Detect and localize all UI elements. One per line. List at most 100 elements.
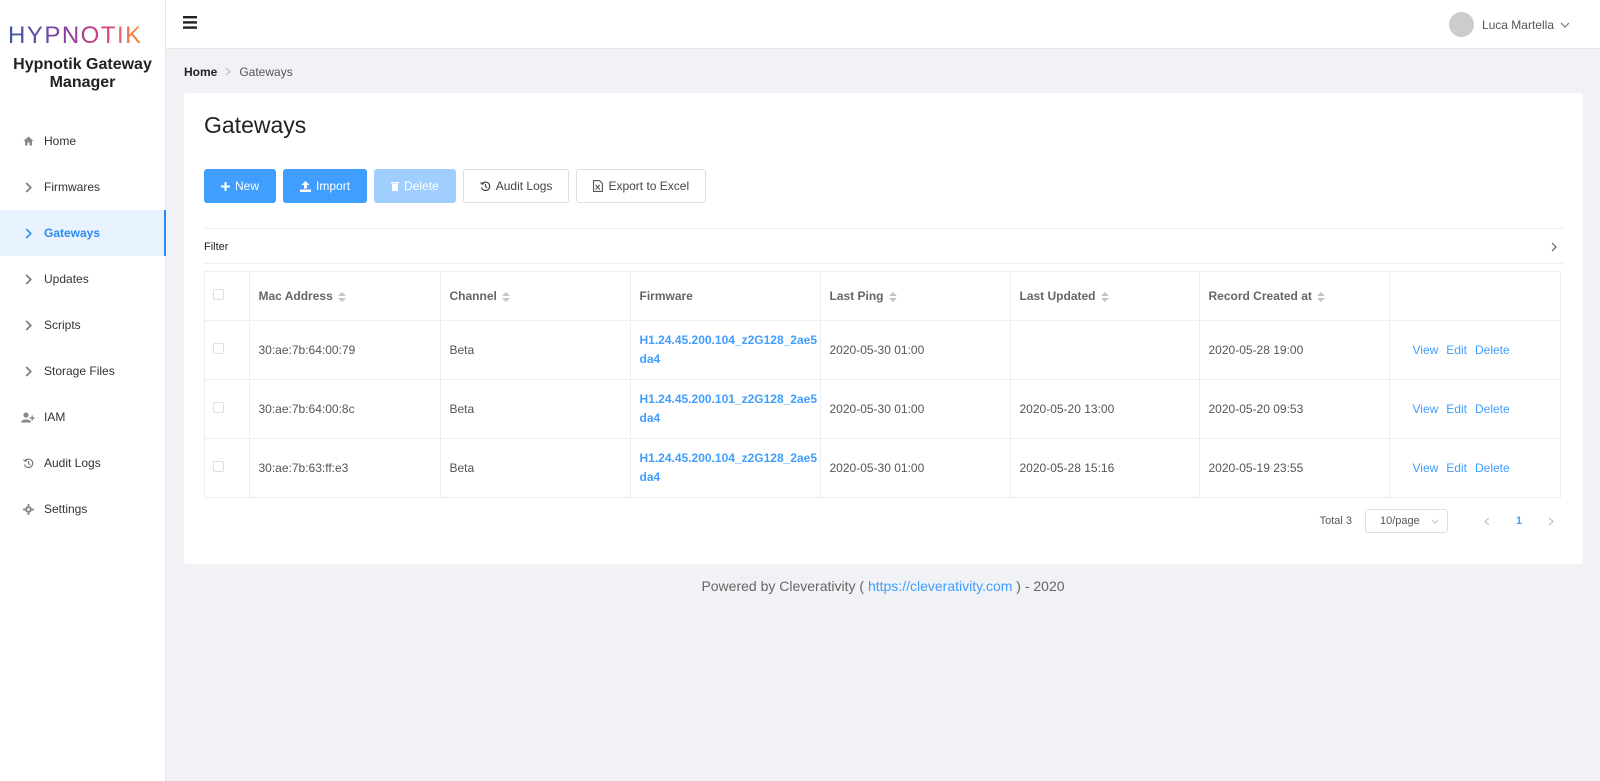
sidebar-item-label: Gateways (44, 226, 101, 240)
chevron-down-icon (1560, 22, 1570, 28)
firmware-link[interactable]: H1.24.45.200.104_z2G128_2ae5da4 (640, 333, 818, 366)
cell-mac-address: 30:ae:7b:63:ff:e3 (249, 438, 441, 497)
sidebar-item-label: Storage Files (44, 364, 115, 378)
sort-icon[interactable] (1100, 291, 1109, 302)
column-header-actions (1389, 272, 1560, 321)
cell-last-updated: 2020-05-28 15:16 (1010, 438, 1200, 497)
cell-actions: View Edit Delete (1389, 379, 1560, 439)
view-link[interactable]: View (1413, 461, 1439, 475)
sidebar-item-firmwares[interactable]: Firmwares (0, 164, 165, 210)
toolbar: New Import Delete Audit Logs Export to E… (204, 169, 713, 203)
edit-link[interactable]: Edit (1446, 343, 1467, 357)
column-header-record-created[interactable]: Record Created at (1199, 272, 1390, 321)
sort-icon[interactable] (888, 291, 897, 302)
column-header-last-ping[interactable]: Last Ping (820, 272, 1011, 321)
sidebar-item-label: Home (44, 134, 77, 148)
column-header-last-updated[interactable]: Last Updated (1010, 272, 1200, 321)
sidebar-item-label: Updates (44, 272, 89, 286)
trash-icon (391, 181, 400, 191)
sidebar-item-gateways[interactable]: Gateways (0, 210, 166, 256)
page-number-1[interactable]: 1 (1507, 509, 1531, 533)
view-link[interactable]: View (1413, 402, 1439, 416)
divider (204, 228, 1563, 229)
filter-label: Filter (204, 240, 229, 253)
breadcrumb-current: Gateways (239, 65, 293, 79)
cell-record-created: 2020-05-20 09:53 (1199, 379, 1390, 439)
sidebar-menu: Home Firmwares Gateways Updates Scripts Stora… (0, 118, 166, 532)
sidebar: HYPNOTIK Hypnotik Gateway Manager Home Fi… (0, 0, 166, 781)
firmware-link[interactable]: H1.24.45.200.104_z2G128_2ae5da4 (640, 451, 818, 484)
cell-record-created: 2020-05-28 19:00 (1199, 320, 1390, 380)
delete-button-label: Delete (404, 179, 439, 193)
footer-link[interactable]: https://cleverativity.com (868, 578, 1012, 594)
sidebar-item-storage-files[interactable]: Storage Files (0, 348, 165, 394)
sidebar-item-iam[interactable]: IAM (0, 394, 165, 440)
sidebar-item-label: Settings (44, 502, 88, 516)
filter-toggle[interactable]: Filter (204, 230, 1563, 264)
cell-last-ping: 2020-05-30 01:00 (820, 438, 1011, 497)
new-button-label: New (235, 179, 260, 193)
sidebar-item-settings[interactable]: Settings (0, 486, 165, 532)
table-header-row: Mac Address Channel Firmware Last Ping L… (205, 272, 1560, 321)
excel-file-icon (593, 180, 604, 192)
chevron-right-icon (20, 181, 36, 193)
plus-icon (221, 181, 230, 191)
sidebar-item-updates[interactable]: Updates (0, 256, 165, 302)
logo: HYPNOTIK (8, 18, 165, 50)
chevron-right-icon (20, 273, 36, 285)
sidebar-item-home[interactable]: Home (0, 118, 165, 164)
cell-last-ping: 2020-05-30 01:00 (820, 379, 1011, 439)
history-icon (20, 458, 36, 469)
prev-page-button[interactable] (1475, 509, 1499, 533)
delete-link[interactable]: Delete (1475, 402, 1510, 416)
row-select-cell (205, 438, 250, 497)
sort-icon[interactable] (501, 291, 510, 302)
sidebar-item-label: IAM (44, 410, 66, 424)
next-page-button[interactable] (1539, 509, 1563, 533)
column-header-channel[interactable]: Channel (440, 272, 631, 321)
top-header: Luca Martella (166, 0, 1600, 49)
row-select-cell (205, 320, 250, 380)
cell-last-ping: 2020-05-30 01:00 (820, 320, 1011, 380)
user-menu[interactable]: Luca Martella (1448, 12, 1570, 37)
cell-record-created: 2020-05-19 23:55 (1199, 438, 1390, 497)
sidebar-item-label: Audit Logs (44, 456, 101, 470)
chevron-right-icon (20, 365, 36, 377)
column-header-firmware: Firmware (630, 272, 821, 321)
gateways-table: Mac Address Channel Firmware Last Ping L… (204, 271, 1561, 498)
audit-logs-button[interactable]: Audit Logs (462, 169, 570, 203)
app-title: Hypnotik Gateway Manager (13, 56, 152, 91)
menu-toggle-icon[interactable] (183, 16, 197, 34)
page-size-select[interactable]: 10/page (1365, 509, 1448, 533)
sort-icon[interactable] (337, 291, 346, 302)
delete-link[interactable]: Delete (1475, 343, 1510, 357)
row-checkbox[interactable] (213, 401, 224, 413)
new-button[interactable]: New (204, 169, 277, 203)
cell-firmware: H1.24.45.200.104_z2G128_2ae5da4 (630, 438, 821, 497)
breadcrumb-home[interactable]: Home (184, 65, 217, 79)
edit-link[interactable]: Edit (1446, 461, 1467, 475)
delete-button[interactable]: Delete (374, 169, 456, 203)
delete-link[interactable]: Delete (1475, 461, 1510, 475)
table-row: 30:ae:7b:63:ff:e3 Beta H1.24.45.200.104_z2… (205, 438, 1560, 497)
table-row: 30:ae:7b:64:00:8c Beta H1.24.45.200.101_z2… (205, 379, 1560, 439)
sidebar-item-scripts[interactable]: Scripts (0, 302, 165, 348)
select-all-checkbox[interactable] (213, 288, 224, 300)
gear-icon (20, 503, 36, 515)
footer: Powered by Cleverativity ( https://cleve… (166, 578, 1600, 594)
firmware-link[interactable]: H1.24.45.200.101_z2G128_2ae5da4 (640, 392, 818, 425)
chevron-right-icon (1551, 242, 1557, 252)
export-excel-button[interactable]: Export to Excel (576, 169, 707, 203)
pagination: Total 3 10/page 1 (1320, 509, 1563, 533)
breadcrumb: Home Gateways (184, 65, 293, 79)
column-header-mac-address[interactable]: Mac Address (249, 272, 441, 321)
view-link[interactable]: View (1413, 343, 1439, 357)
sidebar-item-label: Firmwares (44, 180, 100, 194)
row-checkbox[interactable] (213, 460, 224, 472)
import-button[interactable]: Import (283, 169, 368, 203)
sort-icon[interactable] (1316, 291, 1325, 302)
row-checkbox[interactable] (213, 342, 224, 354)
sidebar-item-audit-logs[interactable]: Audit Logs (0, 440, 165, 486)
edit-link[interactable]: Edit (1446, 402, 1467, 416)
row-select-cell (205, 379, 250, 439)
